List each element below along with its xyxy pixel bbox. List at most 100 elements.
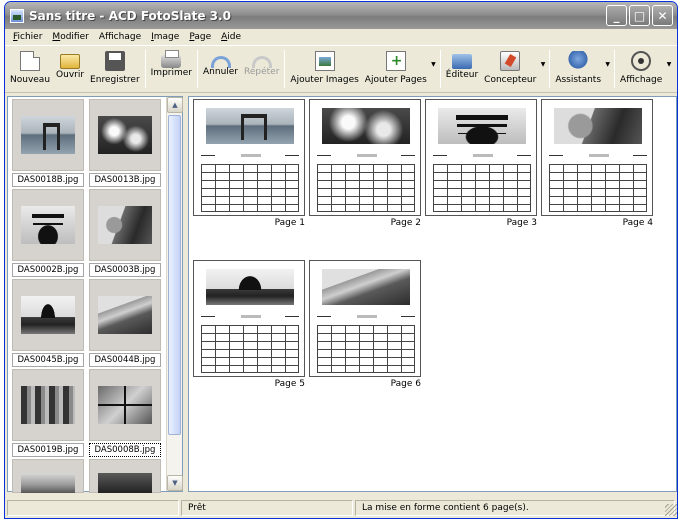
thumbnail-image	[98, 473, 152, 493]
thumbnail-frame	[12, 279, 84, 351]
menu-modifier[interactable]: Modifier	[47, 32, 93, 42]
toolbar-separator	[284, 50, 286, 88]
thumbnail-image	[21, 386, 75, 424]
menu-label: ide	[227, 32, 242, 42]
thumbnail-item[interactable]	[89, 459, 162, 493]
add-images-button[interactable]: Ajouter Images	[287, 46, 361, 92]
app-icon[interactable]	[10, 8, 24, 23]
thumbnail-item[interactable]	[12, 459, 85, 493]
save-label: Enregistrer	[90, 75, 140, 85]
thumbnail-filename: DAS0045B.jpg	[12, 353, 84, 367]
printer-icon	[161, 50, 182, 68]
calendar-grid	[317, 164, 415, 212]
minimize-button[interactable]: _	[606, 5, 627, 26]
thumbnail-item[interactable]: DAS0003B.jpg	[89, 189, 162, 277]
calendar-page	[193, 99, 305, 216]
calendar-page	[541, 99, 653, 216]
calendar-grid	[549, 164, 647, 212]
thumbnail-image	[21, 296, 75, 334]
page-thumbnail[interactable]: Page 1	[193, 99, 305, 228]
print-button[interactable]: Imprimer	[148, 46, 195, 92]
thumbnail-filename: DAS0018B.jpg	[12, 173, 84, 187]
menu-aide[interactable]: Aide	[216, 32, 246, 42]
dropdown-arrow-icon[interactable]: ▼	[605, 61, 610, 68]
layout-canvas[interactable]: Page 1 Page 2 Page 3 Page 4 Page 5 Page …	[188, 96, 677, 492]
thumbnail-frame	[89, 279, 161, 351]
thumbnail-item[interactable]: DAS0019B.jpg	[12, 369, 85, 457]
menu-image[interactable]: Image	[146, 32, 184, 42]
thumbnail-filename: DAS0013B.jpg	[89, 173, 161, 187]
folder-icon	[60, 54, 81, 69]
thumbnail-item[interactable]: DAS0018B.jpg	[12, 99, 85, 187]
calendar-grid	[317, 325, 415, 373]
view-button[interactable]: Affichage ▼	[617, 46, 673, 92]
resize-grip-icon[interactable]	[665, 504, 677, 516]
calendar-header	[433, 153, 531, 159]
menu-label: odifier	[60, 32, 89, 42]
scroll-down-button[interactable]: ▼	[167, 475, 183, 491]
scroll-up-button[interactable]: ▲	[167, 97, 183, 113]
page-thumbnail[interactable]: Page 5	[193, 260, 305, 389]
toolbar-separator	[549, 50, 551, 88]
status-pane-left	[7, 500, 179, 516]
page-label: Page 2	[390, 218, 421, 228]
dropdown-arrow-icon[interactable]: ▼	[431, 61, 436, 68]
calendar-page	[309, 99, 421, 216]
page-photo	[206, 108, 294, 144]
designer-button[interactable]: Concepteur ▼	[481, 46, 547, 92]
page-label: Page 4	[622, 218, 653, 228]
thumbnail-scrollbar[interactable]: ▲ ▼	[166, 97, 183, 491]
add-pages-button[interactable]: Ajouter Pages ▼	[362, 46, 438, 92]
menu-page[interactable]: Page	[184, 32, 216, 42]
undo-button[interactable]: Annuler	[200, 46, 241, 92]
add-images-label: Ajouter Images	[290, 75, 359, 85]
page-thumbnail[interactable]: Page 2	[309, 99, 421, 228]
thumbnail-item[interactable]: DAS0002B.jpg	[12, 189, 85, 277]
menu-bar: Fichier Modifier Affichage Image Page Ai…	[5, 29, 677, 46]
wizards-label: Assistants	[555, 75, 602, 85]
save-button[interactable]: Enregistrer	[87, 46, 143, 92]
calendar-header	[317, 314, 415, 320]
editor-button[interactable]: Éditeur	[443, 46, 481, 92]
redo-label: Répéter	[244, 67, 280, 77]
wizards-button[interactable]: Assistants ▼	[552, 46, 612, 92]
dropdown-arrow-icon[interactable]: ▼	[541, 61, 546, 68]
thumbnail-frame	[12, 99, 84, 171]
add-page-icon	[385, 51, 406, 71]
designer-label: Concepteur	[484, 75, 537, 85]
page-photo	[322, 269, 410, 305]
status-info: La mise en forme contient 6 page(s).	[355, 500, 675, 516]
calendar-grid	[433, 164, 531, 212]
image-browser-panel[interactable]: DAS0018B.jpg DAS0013B.jpg DAS0002B.jpg D…	[7, 96, 183, 493]
close-button[interactable]: ✕	[652, 5, 673, 26]
page-thumbnail[interactable]: Page 6	[309, 260, 421, 389]
redo-button[interactable]: Répéter	[241, 46, 282, 92]
thumbnail-frame	[89, 369, 161, 441]
page-thumbnail[interactable]: Page 4	[541, 99, 653, 228]
print-label: Imprimer	[150, 68, 192, 78]
thumbnail-item[interactable]: DAS0045B.jpg	[12, 279, 85, 367]
menu-label: ichier	[17, 32, 43, 42]
scrollbar-thumb[interactable]	[168, 115, 181, 435]
thumbnail-frame	[12, 369, 84, 441]
editor-label: Éditeur	[445, 70, 479, 80]
thumbnail-item[interactable]: DAS0008B.jpg	[89, 369, 162, 457]
editor-icon	[451, 54, 472, 69]
open-button[interactable]: Ouvrir	[53, 46, 87, 92]
page-label: Page 5	[274, 379, 305, 389]
page-thumbnail[interactable]: Page 3	[425, 99, 537, 228]
thumbnail-filename: DAS0002B.jpg	[12, 263, 84, 277]
open-label: Ouvrir	[56, 70, 85, 80]
new-button[interactable]: Nouveau	[7, 46, 53, 92]
toolbar-separator	[614, 50, 616, 88]
thumbnail-item[interactable]: DAS0044B.jpg	[89, 279, 162, 367]
add-image-icon	[314, 51, 335, 71]
dropdown-arrow-icon[interactable]: ▼	[667, 61, 672, 68]
add-pages-label: Ajouter Pages	[364, 75, 427, 85]
maximize-button[interactable]: □	[629, 5, 650, 26]
undo-label: Annuler	[203, 67, 239, 77]
menu-fichier[interactable]: Fichier	[8, 32, 47, 42]
view-label: Affichage	[620, 75, 663, 85]
thumbnail-item[interactable]: DAS0013B.jpg	[89, 99, 162, 187]
menu-affichage[interactable]: Affichage	[94, 32, 146, 42]
